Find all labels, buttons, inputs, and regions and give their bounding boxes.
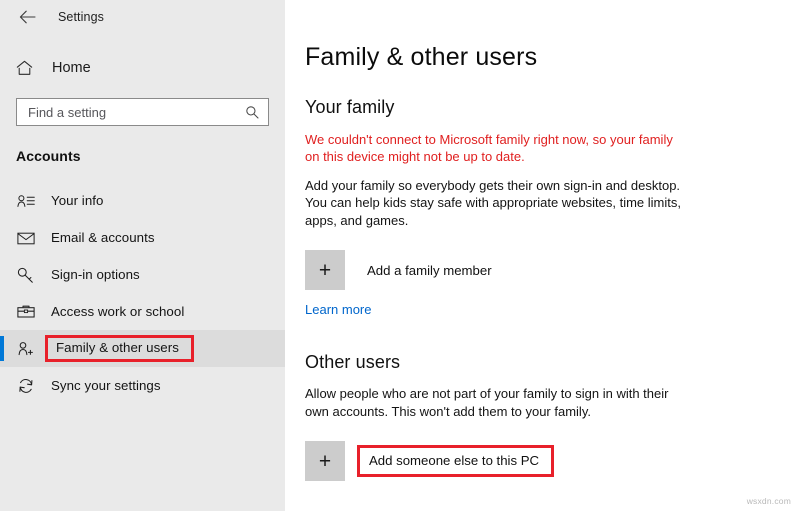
watermark: wsxdn.com bbox=[746, 496, 791, 506]
sidebar-item-home[interactable]: Home bbox=[0, 53, 285, 83]
search-input[interactable] bbox=[17, 99, 268, 125]
key-icon bbox=[16, 267, 36, 283]
back-arrow-icon[interactable] bbox=[14, 4, 40, 30]
sidebar-item-your-info[interactable]: Your info bbox=[0, 182, 285, 219]
sidebar-item-access-work-school[interactable]: Access work or school bbox=[0, 293, 285, 330]
envelope-icon bbox=[16, 231, 36, 245]
home-icon bbox=[16, 60, 38, 76]
briefcase-icon bbox=[16, 304, 36, 319]
sidebar-item-sync-settings[interactable]: Sync your settings bbox=[0, 367, 285, 404]
sidebar-item-label: Family & other users bbox=[45, 335, 194, 362]
settings-window: Settings Home Accou bbox=[0, 0, 800, 511]
add-user-icon bbox=[16, 341, 36, 357]
home-label: Home bbox=[52, 60, 91, 76]
your-family-heading: Your family bbox=[305, 96, 395, 117]
other-users-heading: Other users bbox=[305, 352, 401, 372]
app-title: Settings bbox=[58, 10, 104, 24]
title-bar: Settings bbox=[0, 0, 285, 34]
other-users-description: Allow people who are not part of your fa… bbox=[305, 386, 669, 419]
main-content: Family & other users Your family We coul… bbox=[285, 0, 800, 511]
sidebar-nav: Your info Email & accounts Sign-in optio… bbox=[0, 182, 285, 404]
contact-card-icon bbox=[16, 194, 36, 208]
add-family-member-label: Add a family member bbox=[367, 262, 492, 278]
sidebar-section-title: Accounts bbox=[16, 148, 81, 164]
sidebar-item-label: Sign-in options bbox=[51, 267, 140, 282]
sidebar-item-label: Email & accounts bbox=[51, 230, 155, 245]
sidebar-item-label: Your info bbox=[51, 193, 104, 208]
add-someone-else-button[interactable]: + Add someone else to this PC bbox=[305, 441, 800, 481]
plus-icon: + bbox=[305, 250, 345, 290]
sync-icon bbox=[16, 378, 36, 394]
plus-icon: + bbox=[305, 441, 345, 481]
your-family-description: Add your family so everybody gets their … bbox=[305, 177, 681, 228]
sidebar-item-label: Sync your settings bbox=[51, 378, 161, 393]
sidebar-item-sign-in-options[interactable]: Sign-in options bbox=[0, 256, 285, 293]
add-someone-else-label: Add someone else to this PC bbox=[357, 444, 555, 478]
sidebar-item-family-other-users[interactable]: Family & other users bbox=[0, 330, 285, 367]
add-family-member-button[interactable]: + Add a family member bbox=[305, 250, 800, 290]
page-title: Family & other users bbox=[305, 43, 538, 71]
learn-more-link[interactable]: Learn more bbox=[305, 302, 371, 317]
sidebar-item-label: Access work or school bbox=[51, 304, 185, 319]
search-container bbox=[16, 98, 269, 126]
search-icon[interactable] bbox=[245, 105, 259, 119]
sidebar: Settings Home Accou bbox=[0, 0, 285, 511]
family-connection-error: We couldn't connect to Microsoft family … bbox=[305, 131, 673, 164]
search-box[interactable] bbox=[16, 98, 269, 126]
sidebar-item-email-accounts[interactable]: Email & accounts bbox=[0, 219, 285, 256]
